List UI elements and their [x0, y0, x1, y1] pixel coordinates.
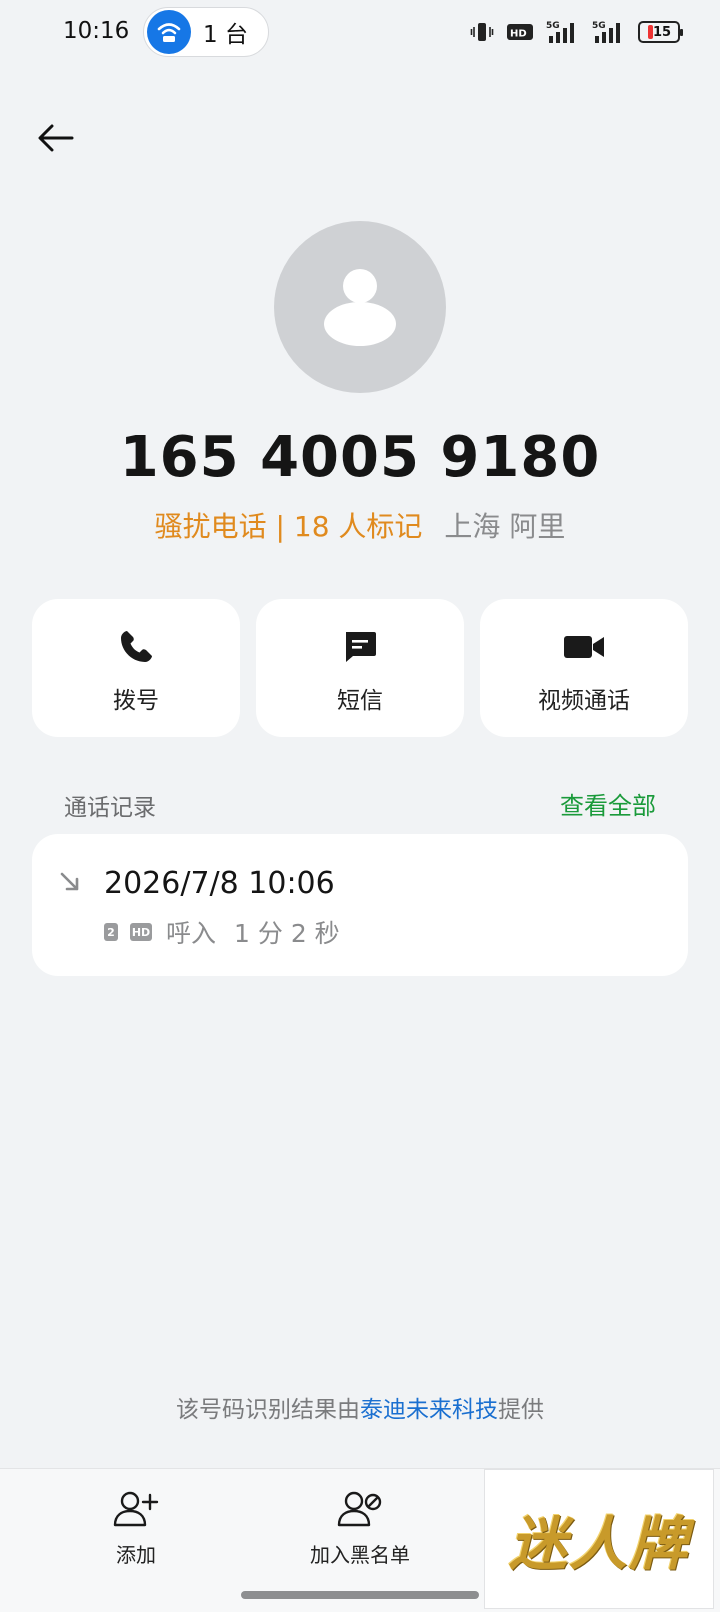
- sms-button[interactable]: 短信: [256, 599, 464, 737]
- home-indicator[interactable]: [241, 1591, 479, 1599]
- hotspot-pill[interactable]: 1 台: [143, 7, 269, 57]
- call-log-entry[interactable]: 2026/7/8 10:06 2 HD 呼入 1 分 2 秒: [32, 834, 688, 976]
- call-datetime: 2026/7/8 10:06: [104, 866, 335, 901]
- phone-icon: [121, 631, 152, 662]
- hotspot-count: 1 台: [203, 22, 248, 48]
- action-row: 拨号 短信 视频通话: [32, 599, 688, 737]
- vibrate-icon: [470, 20, 494, 44]
- message-icon: [346, 632, 376, 662]
- call-log-title: 通话记录: [64, 795, 156, 821]
- avatar: [274, 221, 446, 393]
- sms-label: 短信: [337, 688, 383, 714]
- battery-icon: 15: [638, 21, 683, 43]
- call-type: 呼入: [166, 919, 217, 948]
- provider-link[interactable]: 泰迪未来科技: [360, 1397, 498, 1423]
- svg-text:5G: 5G: [546, 21, 560, 31]
- video-call-button[interactable]: 视频通话: [480, 599, 688, 737]
- brand-logo: 迷人牌: [484, 1469, 714, 1609]
- add-contact-label: 添加: [116, 1543, 156, 1567]
- person-icon: [324, 269, 396, 346]
- number-location: 上海 阿里: [444, 510, 566, 543]
- block-person-icon: [337, 1491, 382, 1527]
- add-contact-button[interactable]: 添加: [36, 1489, 236, 1568]
- arrow-left-icon: [38, 124, 74, 152]
- video-camera-icon: [564, 636, 604, 658]
- spam-tag: 骚扰电话 | 18 人标记: [154, 510, 423, 543]
- hd-voice-icon: HD: [506, 21, 534, 43]
- see-all-link[interactable]: 查看全部: [560, 786, 656, 821]
- blacklist-label: 加入黑名单: [310, 1543, 410, 1567]
- svg-text:HD: HD: [510, 29, 527, 40]
- number-tag-line: 骚扰电话 | 18 人标记 上海 阿里: [0, 505, 720, 545]
- dial-label: 拨号: [113, 688, 159, 714]
- status-bar: 10:16 1 台 HD 5G 5G 15: [0, 0, 720, 64]
- blacklist-button[interactable]: 加入黑名单: [260, 1489, 460, 1568]
- provider-prefix: 该号码识别结果由: [176, 1397, 360, 1423]
- hd-badge: HD: [130, 923, 152, 941]
- add-person-icon: [113, 1491, 159, 1527]
- phone-number: 165 4005 9180: [119, 425, 601, 490]
- back-button[interactable]: [32, 114, 80, 162]
- provider-suffix: 提供: [498, 1397, 544, 1423]
- provider-note: 该号码识别结果由泰迪未来科技提供: [0, 1390, 720, 1424]
- status-time: 10:16: [63, 18, 130, 44]
- signal-5g-icon: 5G: [592, 19, 626, 45]
- svg-text:5G: 5G: [592, 21, 606, 31]
- video-call-label: 视频通话: [538, 688, 630, 714]
- battery-level: 15: [652, 24, 672, 40]
- incoming-arrow-icon: [60, 872, 79, 891]
- sim-badge: 2: [104, 923, 118, 941]
- brand-text: 迷人牌: [508, 1510, 689, 1578]
- call-meta: 2 HD 呼入 1 分 2 秒: [104, 914, 340, 950]
- status-icons: HD 5G 5G 15: [470, 18, 683, 46]
- dial-button[interactable]: 拨号: [32, 599, 240, 737]
- call-duration: 1 分 2 秒: [234, 919, 340, 948]
- signal-5g-icon: 5G: [546, 19, 580, 45]
- hotspot-icon: [147, 10, 191, 54]
